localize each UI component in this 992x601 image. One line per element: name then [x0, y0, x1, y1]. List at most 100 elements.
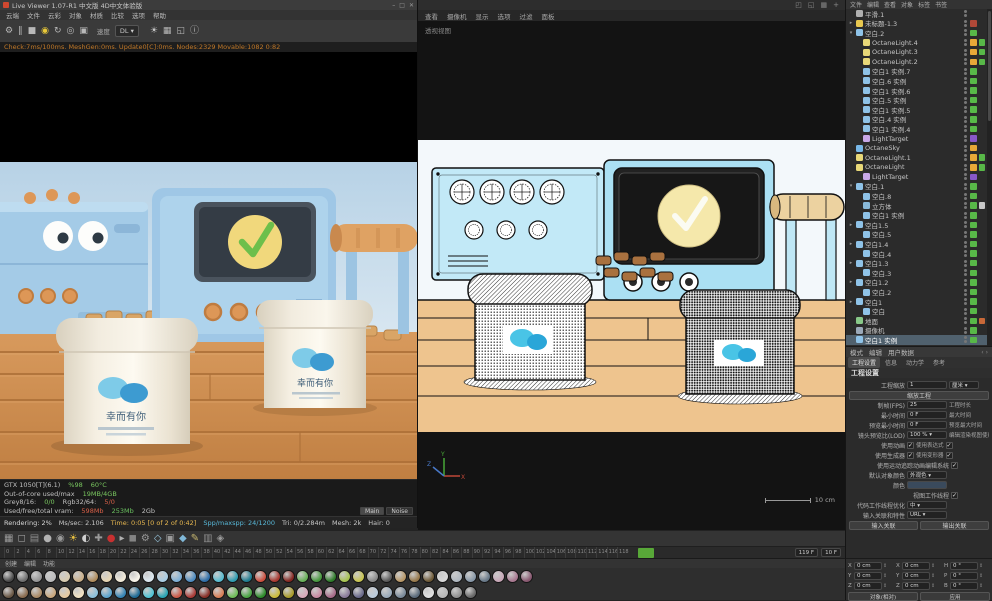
tag-icon[interactable]: [970, 298, 977, 305]
object-name[interactable]: OctaneLight: [865, 163, 962, 171]
visibility-dots[interactable]: [964, 192, 968, 200]
menu-item[interactable]: 面板: [542, 11, 555, 21]
tag-icon[interactable]: [979, 250, 986, 257]
expand-arrow[interactable]: ▸: [848, 222, 854, 228]
tag-icon[interactable]: [979, 212, 986, 219]
object-name[interactable]: 空白1 实例: [872, 210, 962, 220]
tree-row[interactable]: 空白.2: [846, 287, 992, 297]
toolbar-icon[interactable]: ◇: [154, 533, 162, 544]
tag-icon[interactable]: [970, 183, 977, 190]
tag-icon[interactable]: [979, 116, 986, 123]
object-name[interactable]: 空白1.2: [865, 277, 962, 287]
filter-tab[interactable]: 信息: [881, 357, 901, 368]
material-sphere[interactable]: [16, 585, 29, 599]
menu-item[interactable]: 标签: [918, 0, 930, 9]
material-sphere[interactable]: [520, 569, 533, 583]
material-sphere[interactable]: [408, 569, 421, 583]
checkbox[interactable]: ✓: [945, 451, 953, 459]
object-name[interactable]: 空白1 实例.7: [872, 66, 962, 76]
tag-icon[interactable]: [970, 125, 977, 133]
visibility-dots[interactable]: [964, 58, 968, 66]
menu-item[interactable]: 文件: [27, 10, 40, 20]
visibility-dots[interactable]: [964, 10, 968, 18]
coordinate-input[interactable]: 0 cm: [854, 571, 882, 580]
coordinate-input[interactable]: 0 cm: [902, 561, 930, 570]
material-sphere[interactable]: [156, 569, 169, 583]
tag-icon[interactable]: [970, 39, 977, 46]
object-name[interactable]: 摄像机: [865, 325, 962, 335]
spinner-arrows[interactable]: ⇕: [979, 582, 983, 590]
visibility-dots[interactable]: [964, 240, 968, 248]
timeline-ruler[interactable]: 0 2 4 6 8 10 12 14 16 18 20 22 24 26 28 30 32 34 36 38 40 42 4…: [0, 547, 632, 558]
attribute-input[interactable]: URL ▾: [907, 511, 947, 519]
object-name[interactable]: 立方体: [872, 201, 962, 211]
material-sphere[interactable]: [394, 569, 407, 583]
toolbar-icon[interactable]: ⚙: [5, 26, 13, 36]
visibility-dots[interactable]: [964, 288, 968, 296]
toolbar-icon[interactable]: ●: [107, 533, 116, 544]
menu-item[interactable]: 材质: [90, 10, 103, 20]
tag-icon[interactable]: [979, 68, 986, 75]
viewport-icon[interactable]: +: [833, 1, 839, 9]
tag-icon[interactable]: [979, 260, 986, 267]
toolbar-icon[interactable]: ◱: [176, 26, 185, 36]
tree-row[interactable]: 摄像机: [846, 325, 992, 335]
menu-item[interactable]: 对象: [69, 10, 82, 20]
material-sphere[interactable]: [114, 585, 127, 599]
mode-tab[interactable]: 用户数据: [888, 347, 914, 357]
material-sphere[interactable]: [142, 569, 155, 583]
tag-icon[interactable]: [970, 116, 977, 123]
object-name[interactable]: 空白.2: [865, 28, 962, 38]
viewport-label[interactable]: 透视视图: [425, 25, 451, 35]
material-sphere[interactable]: [226, 569, 239, 583]
tree-row[interactable]: 空白1 实例.7: [846, 66, 992, 76]
tag-icon[interactable]: [970, 307, 977, 315]
material-sphere[interactable]: [58, 569, 71, 583]
material-sphere[interactable]: [2, 569, 15, 583]
tag-icon[interactable]: [970, 173, 977, 181]
color-swatch[interactable]: [907, 481, 947, 489]
material-sphere[interactable]: [436, 569, 449, 583]
tree-row[interactable]: OctaneSky: [846, 143, 992, 153]
tag-icon[interactable]: [970, 279, 977, 286]
attribute-button[interactable]: 输入关联: [849, 520, 918, 530]
tree-row[interactable]: ▸ 空白1.3: [846, 258, 992, 268]
material-sphere[interactable]: [170, 569, 183, 583]
material-sphere[interactable]: [380, 585, 393, 599]
object-name[interactable]: OctaneSky: [865, 144, 962, 152]
tree-scrollbar[interactable]: [987, 9, 992, 346]
visibility-dots[interactable]: [964, 221, 968, 229]
object-name[interactable]: LightTarget: [872, 135, 962, 143]
tag-icon[interactable]: [978, 39, 985, 46]
tag-icon[interactable]: [970, 77, 977, 85]
octane-render-area[interactable]: 幸而有你 幸而有你: [0, 52, 417, 479]
tag-icon[interactable]: [970, 288, 977, 296]
menu-item[interactable]: 摄像机: [447, 11, 467, 21]
material-sphere[interactable]: [16, 569, 29, 583]
material-sphere[interactable]: [338, 569, 351, 583]
tag-icon[interactable]: [979, 78, 986, 85]
visibility-dots[interactable]: [964, 326, 968, 334]
menu-item[interactable]: 编辑: [24, 559, 36, 568]
material-sphere[interactable]: [86, 569, 99, 583]
toolbar-icon[interactable]: ‖: [18, 26, 23, 36]
object-name[interactable]: 空白.6 实例: [872, 76, 962, 86]
expand-arrow[interactable]: ▸: [848, 260, 854, 266]
tag-icon[interactable]: [979, 97, 986, 104]
tag-icon[interactable]: [970, 221, 977, 229]
window-button[interactable]: □: [399, 2, 405, 9]
filter-tab[interactable]: 参考: [929, 357, 949, 368]
object-name[interactable]: 空白1 实例.6: [872, 86, 962, 96]
tree-row[interactable]: OctaneLight.3: [846, 47, 992, 57]
material-sphere[interactable]: [352, 569, 365, 583]
object-name[interactable]: 空白.1: [865, 181, 962, 191]
visibility-dots[interactable]: [964, 19, 968, 27]
material-sphere[interactable]: [240, 585, 253, 599]
tag-icon[interactable]: [978, 317, 985, 325]
tag-icon[interactable]: [970, 164, 977, 171]
tree-row[interactable]: 空白1 实例.4: [846, 124, 992, 134]
material-sphere[interactable]: [254, 585, 267, 599]
checkbox[interactable]: ✓: [945, 441, 953, 449]
material-sphere[interactable]: [268, 585, 281, 599]
tag-icon[interactable]: [970, 87, 977, 94]
